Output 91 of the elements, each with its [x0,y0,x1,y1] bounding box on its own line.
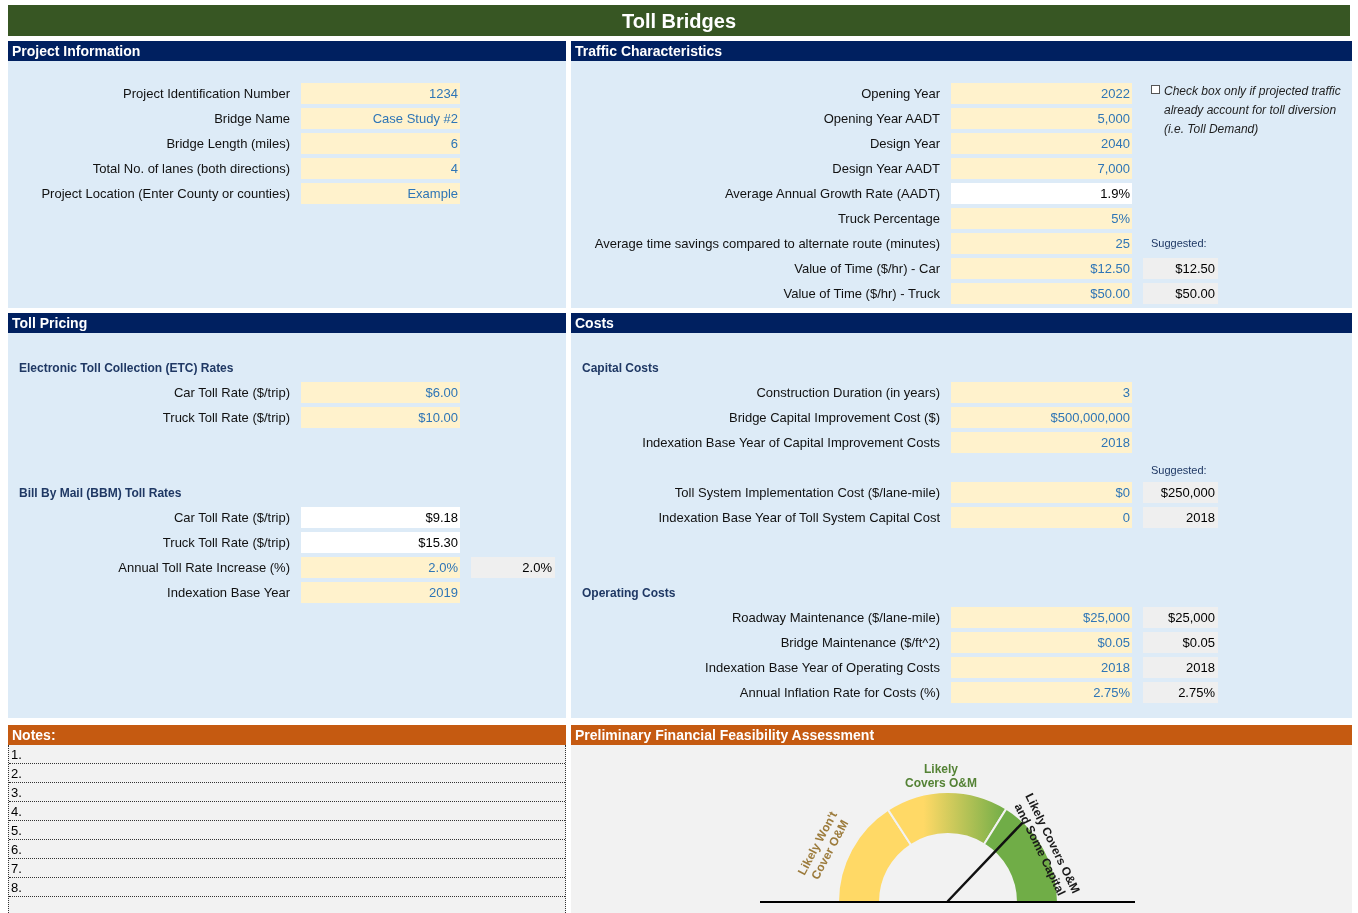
input-field[interactable]: 2019 [301,582,460,603]
field-label: Bridge Capital Improvement Cost ($) [728,408,940,427]
group-heading: Electronic Toll Collection (ETC) Rates [18,359,235,377]
group-heading: Operating Costs [581,584,677,602]
input-field[interactable]: Example [301,183,460,204]
field-label: Design Year [868,134,940,153]
input-field[interactable]: $500,000,000 [951,407,1132,428]
section-header: Costs [571,313,1352,333]
field-label: Car Toll Rate ($/trip) [172,508,290,527]
field-label: Average time savings compared to alternate route (minutes) [593,234,940,253]
input-field[interactable]: $12.50 [951,258,1132,279]
page-title: Toll Bridges [8,5,1350,36]
field-label: Bridge Maintenance ($/ft^2) [779,633,940,652]
input-field[interactable]: 7,000 [951,158,1132,179]
field-label: Indexation Base Year of Operating Costs [704,658,940,677]
note-line[interactable]: 7. [9,859,565,878]
input-field[interactable]: 0 [951,507,1132,528]
input-field[interactable]: $10.00 [301,407,460,428]
note-line[interactable]: 3. [9,783,565,802]
checkbox[interactable] [1151,85,1160,94]
input-field[interactable]: 1234 [301,83,460,104]
input-field[interactable]: $0 [951,482,1132,503]
calculated-field: $15.30 [301,532,460,553]
calculated-field: 1.9% [951,183,1132,204]
suggested-value: $250,000 [1143,482,1218,503]
input-field[interactable]: 5,000 [951,108,1132,129]
field-label: Total No. of lanes (both directions) [91,159,290,178]
input-field[interactable]: 2022 [951,83,1132,104]
calculated-field: $9.18 [301,507,460,528]
field-label: Opening Year [860,84,940,103]
gauge-label: Likely Covers O&M [905,762,977,790]
field-label: Indexation Base Year of Toll System Capital Cost [657,508,940,527]
suggested-value: $50.00 [1143,283,1218,304]
note-line[interactable]: 8. [9,878,565,897]
note-line[interactable]: 6. [9,840,565,859]
input-field[interactable]: $0.05 [951,632,1132,653]
section-header: Preliminary Financial Feasibility Assessment [571,725,1352,745]
field-label: Car Toll Rate ($/trip) [172,383,290,402]
section-header: Traffic Characteristics [571,41,1352,61]
input-field[interactable]: 2.75% [951,682,1132,703]
field-label: Annual Toll Rate Increase (%) [117,558,290,577]
checkbox-label: Check box only if projected traffic already account for toll diversion (i.e. Toll Demand) [1164,83,1342,138]
field-label: Value of Time ($/hr) - Car [793,259,940,278]
field-label: Roadway Maintenance ($/lane-mile) [730,608,940,627]
field-label: Value of Time ($/hr) - Truck [782,284,940,303]
note-line[interactable]: 1. [9,745,565,764]
input-field[interactable]: 4 [301,158,460,179]
input-field[interactable]: 2.0% [301,557,460,578]
note-line[interactable]: 2. [9,764,565,783]
field-label: Project Identification Number [122,84,290,103]
input-field[interactable]: 3 [951,382,1132,403]
suggested-caption: Suggested: [1150,236,1208,252]
suggested-value: $25,000 [1143,607,1218,628]
input-field[interactable]: Case Study #2 [301,108,460,129]
field-label: Bridge Name [213,109,290,128]
suggested-value: 2018 [1143,657,1218,678]
field-label: Average Annual Growth Rate (AADT) [723,184,940,203]
field-label: Annual Inflation Rate for Costs (%) [738,683,940,702]
field-label: Truck Percentage [836,209,940,228]
section-header: Project Information [8,41,566,61]
field-label: Design Year AADT [831,159,940,178]
field-label: Indexation Base Year of Capital Improvement Costs [641,433,940,452]
input-field[interactable]: $50.00 [951,283,1132,304]
field-label: Bridge Length (miles) [165,134,290,153]
suggested-value: 2.75% [1143,682,1218,703]
input-field[interactable]: $25,000 [951,607,1132,628]
note-line[interactable]: 4. [9,802,565,821]
note-line[interactable]: 5. [9,821,565,840]
suggested-value: $0.05 [1143,632,1218,653]
input-field[interactable]: 2018 [951,432,1132,453]
suggested-value: 2.0% [471,557,555,578]
field-label: Truck Toll Rate ($/trip) [161,533,290,552]
input-field[interactable]: 25 [951,233,1132,254]
field-label: Toll System Implementation Cost ($/lane-mile) [673,483,940,502]
input-field[interactable]: 2040 [951,133,1132,154]
section-header: Toll Pricing [8,313,566,333]
input-field[interactable]: $6.00 [301,382,460,403]
input-field[interactable]: 6 [301,133,460,154]
field-label: Construction Duration (in years) [755,383,940,402]
field-label: Project Location (Enter County or counties) [40,184,290,203]
suggested-caption: Suggested: [1150,462,1208,478]
suggested-value: $12.50 [1143,258,1218,279]
group-heading: Capital Costs [581,359,660,377]
input-field[interactable]: 2018 [951,657,1132,678]
field-label: Opening Year AADT [822,109,940,128]
field-label: Truck Toll Rate ($/trip) [161,408,290,427]
input-field[interactable]: 5% [951,208,1132,229]
group-heading: Bill By Mail (BBM) Toll Rates [18,484,183,502]
suggested-value: 2018 [1143,507,1218,528]
section-header: Notes: [8,725,566,745]
field-label: Indexation Base Year [166,583,290,602]
